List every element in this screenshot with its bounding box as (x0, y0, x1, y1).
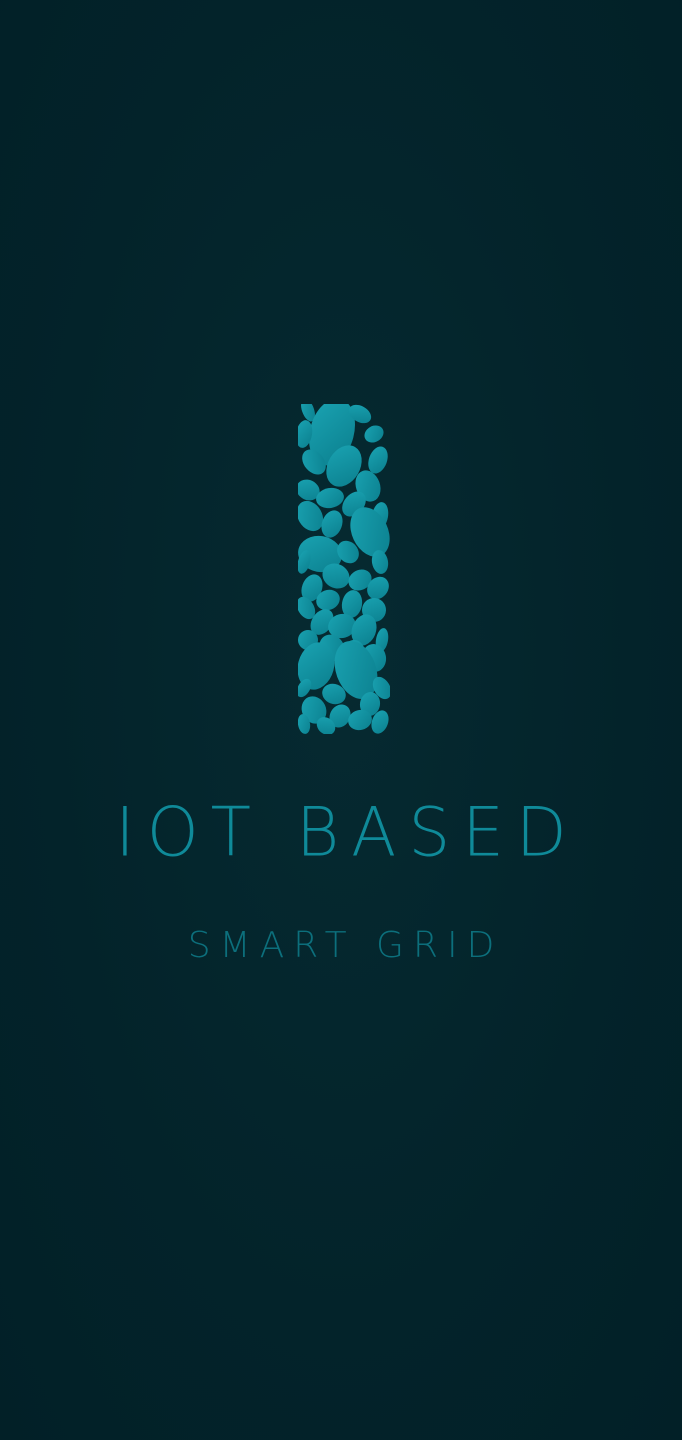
app-subtitle: SMART GRID (187, 925, 504, 966)
splash-screen: IOT BASED SMART GRID (0, 0, 682, 1440)
app-title: IOT BASED (115, 793, 579, 872)
leaf-mosaic-logo-icon (298, 404, 390, 734)
logo-leaf (364, 425, 384, 443)
logo-leaf (321, 510, 343, 538)
